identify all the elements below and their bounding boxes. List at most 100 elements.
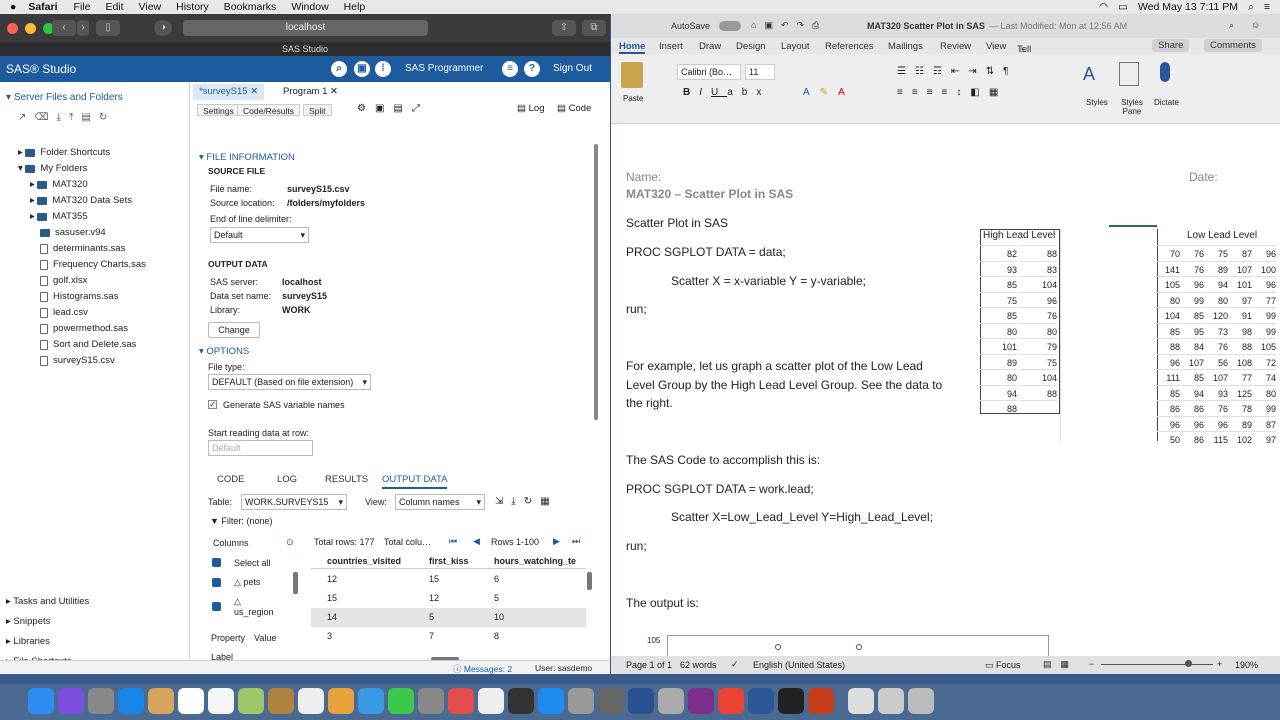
filter-row[interactable]: ▼ Filter: (none): [210, 516, 272, 526]
options-section[interactable]: ▾ OPTIONS: [199, 346, 249, 357]
terminal-icon[interactable]: [778, 688, 804, 714]
table-row[interactable]: 12 15 6: [311, 570, 586, 589]
tree-item-file[interactable]: Sort and Delete.sas: [40, 337, 136, 352]
document-page[interactable]: Name: Date: MAT320 – Scatter Plot in SAS…: [611, 124, 1280, 659]
zoom-slider[interactable]: [1101, 664, 1213, 665]
search-icon[interactable]: ⌕: [1229, 20, 1234, 31]
out-tab-code[interactable]: CODE: [217, 474, 244, 485]
account-icon[interactable]: ☺: [1251, 20, 1260, 30]
columns-options-icon[interactable]: ⊙: [286, 537, 294, 548]
reminders-icon[interactable]: [298, 688, 324, 714]
code-button[interactable]: ▤ Code: [557, 103, 591, 114]
new-icon[interactable]: ↗: [18, 112, 34, 123]
focus-button[interactable]: ▭ Focus: [985, 660, 1021, 671]
music-icon[interactable]: [478, 688, 504, 714]
subtab-settings[interactable]: Settings: [197, 104, 240, 116]
table-select[interactable]: WORK.SURVEYS15 ▾: [241, 494, 347, 510]
ribbon-tab-design[interactable]: Design: [736, 41, 766, 52]
refresh-icon[interactable]: ↻: [524, 496, 540, 507]
menu-help[interactable]: Help: [344, 1, 366, 13]
properties-icon[interactable]: ▤: [81, 112, 98, 123]
upload-icon[interactable]: ⤒: [69, 112, 81, 123]
file-type-select[interactable]: DEFAULT (Based on file extension) ▾: [208, 374, 371, 390]
tree-item-mat355[interactable]: ▸ MAT355: [30, 209, 88, 224]
wifi-icon[interactable]: ◠: [1099, 1, 1108, 13]
grid-header[interactable]: hours_watching_te: [494, 556, 576, 566]
tree-item-file[interactable]: lead.csv: [40, 305, 88, 320]
grid-header[interactable]: countries_visited: [327, 556, 401, 566]
redo-icon[interactable]: ↷: [797, 20, 813, 30]
onenote-icon[interactable]: [688, 688, 714, 714]
download-icon[interactable]: ⤓: [511, 496, 523, 507]
table-row[interactable]: 3 7 8: [311, 627, 586, 646]
ribbon-tab-view[interactable]: View: [986, 41, 1006, 52]
justify-icon[interactable]: ≡: [942, 87, 957, 98]
font-color-icon[interactable]: A: [838, 87, 855, 98]
save-as-icon[interactable]: ▤: [393, 103, 411, 114]
zoom-out-icon[interactable]: −: [1089, 659, 1094, 669]
strikethrough-icon[interactable]: ab: [727, 87, 756, 98]
documents-icon[interactable]: [878, 688, 904, 714]
url-bar[interactable]: localhost: [183, 20, 428, 36]
apple-icon[interactable]: ●: [10, 1, 16, 13]
zoom-slider-thumb[interactable]: [1185, 660, 1192, 667]
maximize-icon[interactable]: ⤢: [412, 103, 429, 114]
safari-icon[interactable]: [118, 688, 144, 714]
change-button[interactable]: Change: [208, 322, 260, 338]
download-icon[interactable]: ⤓: [57, 112, 69, 123]
battery-icon[interactable]: ▭: [1118, 1, 1128, 13]
align-center-icon[interactable]: ≡: [912, 87, 927, 98]
messages-icon[interactable]: [358, 688, 384, 714]
columns-scrollbar[interactable]: [293, 572, 298, 594]
column-checkbox-pets[interactable]: [212, 578, 221, 587]
start-row-input[interactable]: Default: [208, 440, 313, 456]
numbering-icon[interactable]: ☷: [915, 66, 933, 77]
out-tab-output-data[interactable]: OUTPUT DATA: [382, 474, 448, 489]
view-select[interactable]: Column names ▾: [395, 494, 485, 510]
autosave-toggle[interactable]: [719, 21, 741, 31]
language[interactable]: English (United States): [753, 660, 845, 670]
tab-surveys15[interactable]: *surveyS15 ✕: [193, 84, 265, 100]
screen-sharing-icon[interactable]: [598, 688, 624, 714]
italic-icon[interactable]: I: [699, 87, 711, 98]
tree-item-mat320-data-sets[interactable]: ▸ MAT320 Data Sets: [30, 193, 132, 208]
subtab-split[interactable]: Split: [303, 104, 332, 116]
menu-icon[interactable]: ≡: [502, 61, 518, 77]
styles-icon[interactable]: A: [1083, 64, 1095, 85]
safari-tab-title[interactable]: SAS Studio: [0, 42, 610, 56]
siri-icon[interactable]: [58, 688, 84, 714]
search-icon[interactable]: ⌕: [1248, 1, 1254, 14]
search-icon[interactable]: ⌕: [331, 61, 347, 77]
highlight-icon[interactable]: ✎: [820, 87, 838, 98]
table-icon[interactable]: ▦: [540, 496, 557, 507]
forward-button[interactable]: ›: [77, 20, 89, 36]
tree-item-file[interactable]: golf.xlsx: [40, 273, 87, 288]
table-row[interactable]: 14 5 10: [311, 608, 586, 627]
menu-app-name[interactable]: Safari: [28, 1, 57, 13]
save-icon[interactable]: ▣: [375, 103, 393, 114]
next-page-icon[interactable]: ▶: [553, 536, 560, 547]
decrease-indent-icon[interactable]: ⇤: [951, 66, 968, 77]
downloads-icon[interactable]: [848, 688, 874, 714]
select-all-checkbox[interactable]: [212, 558, 221, 567]
news-icon[interactable]: [448, 688, 474, 714]
menu-file[interactable]: File: [74, 1, 91, 13]
align-right-icon[interactable]: ≡: [927, 87, 942, 98]
ribbon-tab-references[interactable]: References: [825, 41, 874, 52]
microphone-icon[interactable]: [1160, 62, 1170, 82]
vertical-scrollbar[interactable]: [594, 144, 598, 420]
delete-icon[interactable]: ⌫: [34, 112, 56, 123]
export-icon[interactable]: ⇲: [495, 496, 511, 507]
chrome-icon[interactable]: [718, 688, 744, 714]
save-icon[interactable]: ▣: [764, 20, 781, 30]
ribbon-tab-home[interactable]: Home: [619, 41, 646, 54]
app-store-icon[interactable]: [538, 688, 564, 714]
notes-icon[interactable]: [208, 688, 234, 714]
table-row[interactable]: 15 12 5: [311, 589, 586, 608]
zoom-level[interactable]: 190%: [1235, 660, 1258, 670]
line-spacing-icon[interactable]: ↕: [956, 87, 970, 98]
calendar-icon[interactable]: [178, 688, 204, 714]
tree-item-my-folders[interactable]: ▾ My Folders: [18, 161, 87, 176]
control-center-icon[interactable]: ≡: [1264, 1, 1270, 13]
clipboard-icon[interactable]: [621, 62, 643, 88]
